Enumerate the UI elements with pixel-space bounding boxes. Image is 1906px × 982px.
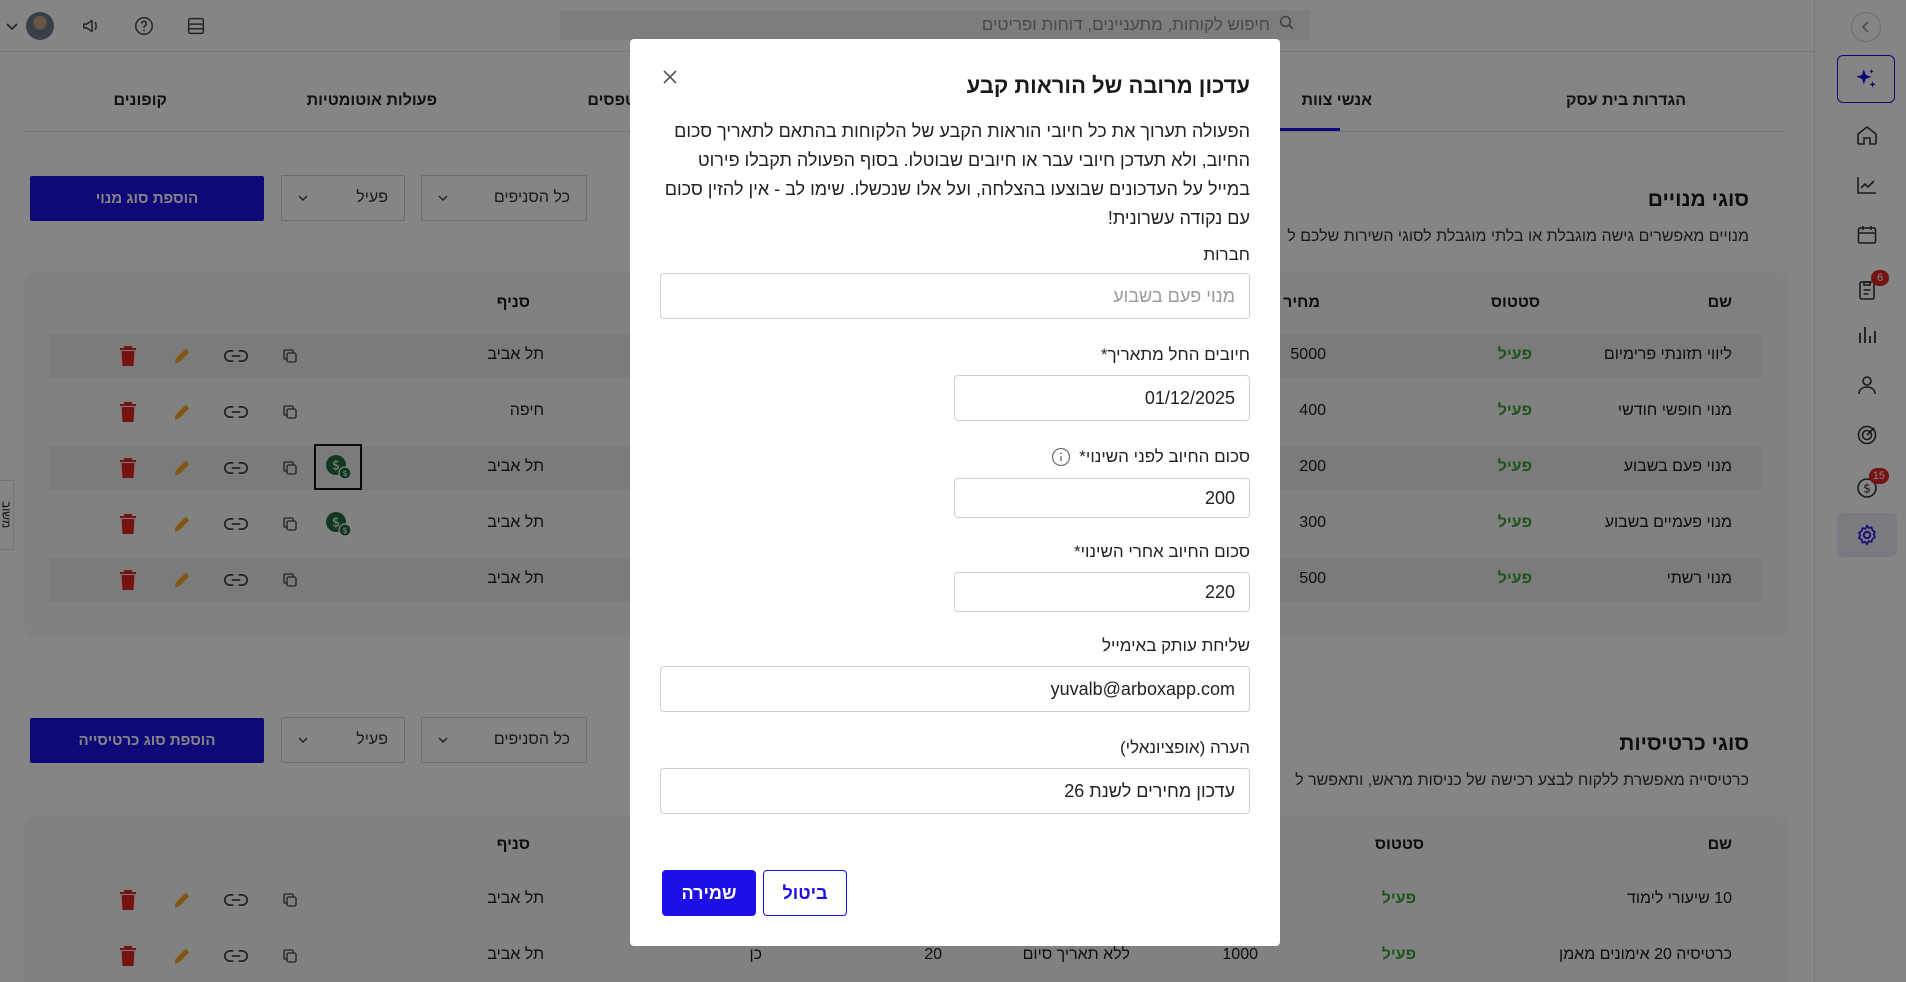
amount-after-field[interactable] [954, 572, 1250, 612]
amount-before-field[interactable] [954, 478, 1250, 518]
modal-title: עדכון מרובה של הוראות קבע [966, 73, 1250, 98]
amount-before-label-text: סכום החיוב לפני השינוי* [1079, 447, 1250, 466]
modal-description: הפעולה תערוך את כל חיובי הוראות הקבע של … [664, 121, 1250, 228]
close-icon[interactable] [658, 65, 682, 89]
from-date-label-text: חיובים החל מתאריך* [1100, 345, 1250, 364]
note-label: הערה (אופציונאלי) [1120, 738, 1250, 758]
memberships-label-text: חברות [1203, 245, 1250, 264]
amount-after-label-text: סכום החיוב אחרי השינוי* [1073, 542, 1250, 561]
bulk-update-standing-orders-modal: עדכון מרובה של הוראות קבע הפעולה תערוך א… [630, 39, 1280, 946]
save-button[interactable]: שמירה [662, 870, 756, 916]
amount-after-label: סכום החיוב אחרי השינוי* [1074, 542, 1250, 562]
email-field[interactable] [660, 666, 1250, 712]
from-date-label: חיובים החל מתאריך* [1101, 345, 1250, 365]
note-field[interactable] [660, 768, 1250, 814]
email-copy-label-text: שליחת עותק באימייל [1101, 636, 1250, 655]
amount-before-label: סכום החיוב לפני השינוי* [1051, 447, 1250, 467]
memberships-select[interactable] [660, 273, 1250, 319]
email-copy-label: שליחת עותק באימייל [1102, 636, 1250, 656]
cancel-button[interactable]: ביטול [763, 870, 847, 916]
note-label-text: הערה (אופציונאלי) [1120, 738, 1250, 757]
info-icon[interactable] [1051, 447, 1071, 467]
from-date-field[interactable] [954, 375, 1250, 421]
memberships-label: חברות [1203, 245, 1250, 265]
